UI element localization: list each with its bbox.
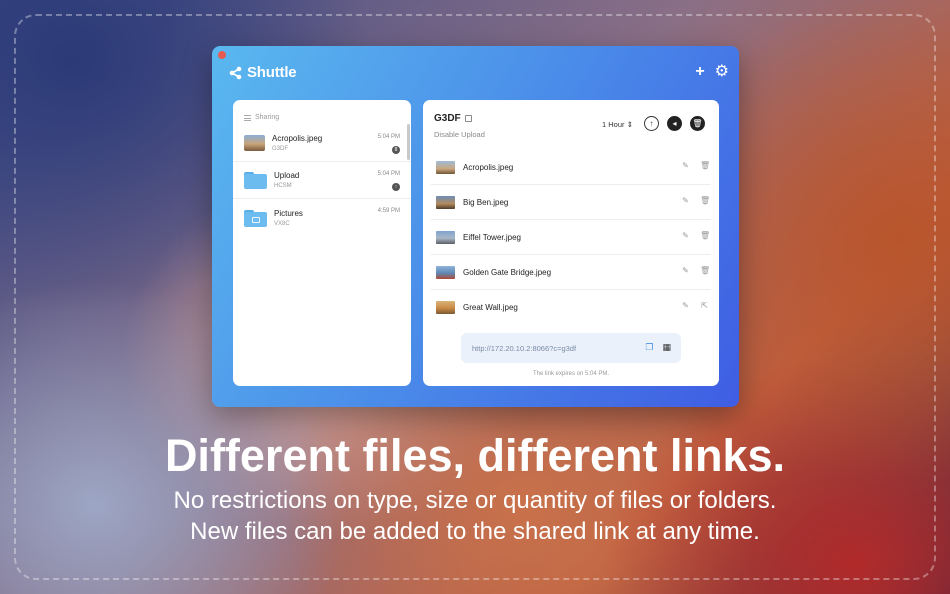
headline: Different files, different links.	[164, 430, 786, 481]
share-item-time: 4:59 PM	[377, 208, 400, 214]
section-label: Sharing	[255, 114, 280, 121]
file-row[interactable]: Eiffel Tower.jpeg ✎ 🗑	[431, 220, 711, 255]
share-detail-panel: G3DF Disable Upload 1 Hour ⇕ ↑ ◂ 🗑 Acrop…	[423, 100, 719, 386]
share-item-pictures[interactable]: Pictures VX8C 4:59 PM	[233, 199, 411, 236]
share-item-name: Pictures	[274, 208, 303, 218]
share-item-upload[interactable]: Upload HCSM 5:04 PM ↑	[233, 162, 411, 199]
share-item-code: G3DF	[272, 146, 289, 152]
share-title: G3DF	[434, 113, 461, 124]
app-name: Shuttle	[247, 64, 297, 81]
list-icon	[244, 114, 251, 121]
photo-thumbnail	[244, 135, 265, 151]
photo-thumbnail	[436, 230, 455, 244]
edit-icon[interactable]: ✎	[681, 266, 690, 275]
share-link-url[interactable]: http://172.20.10.2:8066?c=g3df	[472, 344, 576, 353]
app-window: Shuttle + ⚙ Sharing Acropolis.jpeg G3DF …	[212, 46, 739, 407]
file-name: Golden Gate Bridge.jpeg	[463, 267, 552, 277]
share-link-box[interactable]: http://172.20.10.2:8066?c=g3df ❐ ▦	[461, 333, 681, 363]
qr-code-icon[interactable]: ▦	[662, 342, 671, 353]
scrollbar[interactable]	[407, 124, 410, 160]
duration-select[interactable]: 1 Hour ⇕	[602, 120, 633, 129]
trash-icon[interactable]: 🗑	[700, 266, 710, 275]
edit-icon[interactable]	[464, 115, 472, 122]
duration-value: 1 Hour	[602, 120, 625, 129]
section-header: Sharing	[233, 100, 411, 121]
file-name: Great Wall.jpeg	[463, 303, 518, 312]
link-expiry-note: The link expires on 5:04 PM.	[532, 371, 610, 377]
copy-icon[interactable]: ❐	[645, 342, 653, 353]
edit-icon[interactable]: ✎	[681, 301, 690, 310]
file-name: Big Ben.jpeg	[463, 197, 509, 207]
shuttle-logo-icon	[229, 66, 242, 79]
plus-icon[interactable]: +	[695, 64, 704, 80]
edit-icon[interactable]: ✎	[681, 196, 690, 205]
sharing-sidebar: Sharing Acropolis.jpeg G3DF 5:04 PM 8 Up…	[233, 100, 411, 386]
gear-icon[interactable]: ⚙	[715, 64, 729, 80]
file-list: Acropolis.jpeg ✎ 🗑 Big Ben.jpeg ✎ 🗑 Eiff…	[423, 150, 719, 325]
share-item-name: Acropolis.jpeg	[272, 134, 323, 143]
upload-icon[interactable]: ↑	[644, 116, 659, 131]
edit-icon[interactable]: ✎	[681, 161, 690, 170]
share-item-time: 5:04 PM	[377, 134, 400, 140]
disable-upload-toggle[interactable]: Disable Upload	[434, 130, 485, 139]
trash-icon[interactable]: 🗑	[700, 196, 710, 205]
photo-thumbnail	[436, 301, 455, 314]
file-row[interactable]: Great Wall.jpeg ✎ ⇱	[431, 290, 711, 325]
file-name: Eiffel Tower.jpeg	[463, 232, 521, 242]
trash-icon[interactable]: 🗑	[700, 161, 710, 170]
file-name: Acropolis.jpeg	[463, 162, 514, 172]
share-item-acropolis[interactable]: Acropolis.jpeg G3DF 5:04 PM 8	[233, 125, 411, 162]
send-icon[interactable]: ◂	[667, 116, 682, 131]
edit-icon[interactable]: ✎	[681, 231, 690, 240]
file-row[interactable]: Big Ben.jpeg ✎ 🗑	[431, 185, 711, 220]
folder-out-icon[interactable]: ⇱	[700, 301, 709, 310]
photo-thumbnail	[436, 265, 455, 279]
upload-badge-icon: ↑	[392, 183, 400, 191]
share-item-code: VX8C	[274, 220, 290, 227]
trash-icon[interactable]: 🗑	[700, 231, 710, 240]
app-brand: Shuttle	[229, 64, 297, 81]
share-item-name: Upload	[274, 171, 300, 180]
pictures-folder-icon	[244, 209, 267, 227]
share-item-time: 5:04 PM	[377, 171, 400, 177]
photo-thumbnail	[436, 195, 455, 209]
chevron-updown-icon: ⇕	[626, 120, 633, 129]
share-item-code: HCSM	[274, 183, 292, 189]
subheadline-line-2: New files can be added to the shared lin…	[190, 518, 760, 545]
file-row[interactable]: Golden Gate Bridge.jpeg ✎ 🗑	[431, 255, 711, 290]
file-row[interactable]: Acropolis.jpeg ✎ 🗑	[431, 150, 711, 185]
count-badge: 8	[392, 146, 400, 154]
folder-icon	[244, 171, 267, 189]
subheadline-line-1: No restrictions on type, size or quantit…	[173, 487, 777, 514]
trash-icon[interactable]: 🗑	[690, 116, 705, 131]
photo-thumbnail	[436, 160, 455, 174]
close-window-button[interactable]	[218, 51, 226, 59]
